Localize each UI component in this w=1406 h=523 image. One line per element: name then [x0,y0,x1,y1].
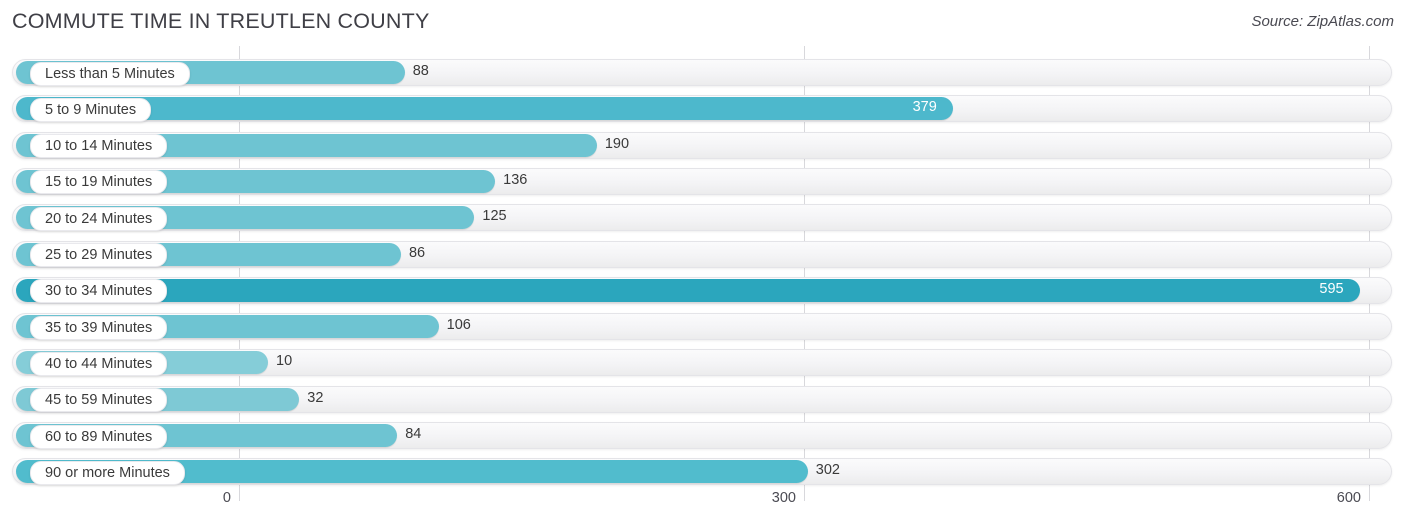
chart-row[interactable]: 20 to 24 Minutes 125 [0,200,1406,236]
category-label: 35 to 39 Minutes [45,319,153,336]
chart-row[interactable]: 10 to 14 Minutes 190 [0,128,1406,164]
chart-row[interactable]: 60 to 89 Minutes 84 [0,418,1406,454]
category-label: 25 to 29 Minutes [45,247,153,263]
chart-row[interactable]: 40 to 44 Minutes 10 [0,345,1406,381]
axis-tick-label: 600 [1336,490,1361,506]
x-axis: 0 300 600 [0,486,1406,523]
bar-value-label: 190 [604,135,630,152]
bar-value-label: 595 [1319,280,1344,297]
category-label-pill: Less than 5 Minutes [30,61,190,86]
category-label-pill: 15 to 19 Minutes [30,170,168,195]
page-title: COMMUTE TIME IN TREUTLEN COUNTY [12,9,430,33]
chart-row[interactable]: 5 to 9 Minutes 379 [0,91,1406,127]
category-label-pill: 60 to 89 Minutes [30,424,168,449]
category-label-pill: 30 to 34 Minutes [30,279,168,304]
chart-row[interactable]: 25 to 29 Minutes 86 [0,237,1406,273]
bar-value-label: 32 [307,389,324,406]
category-label-pill: 20 to 24 Minutes [30,206,168,231]
category-label-pill: 35 to 39 Minutes [30,315,168,340]
category-label-pill: 90 or more Minutes [30,460,185,485]
bar-value-label: 125 [482,208,507,225]
chart-row[interactable]: 30 to 34 Minutes 595 [0,273,1406,309]
bar-value-label: 88 [412,63,429,79]
chart-row[interactable]: 45 to 59 Minutes 32 [0,382,1406,418]
bar-value-label: 86 [408,244,426,261]
category-label-pill: 10 to 14 Minutes [30,134,168,159]
category-label: 30 to 34 Minutes [45,283,153,300]
category-label: 60 to 89 Minutes [45,428,153,445]
value-bar[interactable] [16,97,953,121]
bar-value-label: 136 [503,171,528,188]
bar-value-label: 106 [446,317,471,334]
category-label-pill: 40 to 44 Minutes [30,351,168,376]
category-label-pill: 45 to 59 Minutes [30,388,168,413]
bar-value-label: 10 [276,353,293,370]
category-label: 40 to 44 Minutes [45,355,153,372]
axis-tick-mark [1369,486,1370,501]
bar-value-label: 84 [405,426,422,442]
chart-row[interactable]: 15 to 19 Minutes 136 [0,164,1406,200]
chart-row[interactable]: Less than 5 Minutes 88 [0,55,1406,91]
chart-row[interactable]: 35 to 39 Minutes 106 [0,309,1406,345]
source-attribution: Source: ZipAtlas.com [1251,13,1394,30]
chart-plot-area: Less than 5 Minutes 88 5 to 9 Minutes 379 10… [0,46,1406,486]
category-label: 20 to 24 Minutes [45,210,153,227]
bar-value-label: 379 [912,99,937,116]
value-bar[interactable] [16,278,1360,302]
axis-tick-mark [239,486,240,501]
category-label: 5 to 9 Minutes [45,101,137,118]
category-label-pill: 25 to 29 Minutes [30,243,168,267]
axis-tick-label: 0 [222,490,231,506]
axis-tick-mark [804,486,805,501]
category-label: Less than 5 Minutes [45,65,175,82]
category-label: 15 to 19 Minutes [45,174,153,191]
category-label: 90 or more Minutes [45,464,170,481]
axis-tick-label: 300 [771,490,796,506]
bar-value-label: 302 [815,462,840,479]
category-label: 10 to 14 Minutes [45,138,153,155]
chart-header: COMMUTE TIME IN TREUTLEN COUNTY Source: … [0,0,1406,46]
category-label-pill: 5 to 9 Minutes [30,97,152,122]
category-label: 45 to 59 Minutes [45,392,153,409]
